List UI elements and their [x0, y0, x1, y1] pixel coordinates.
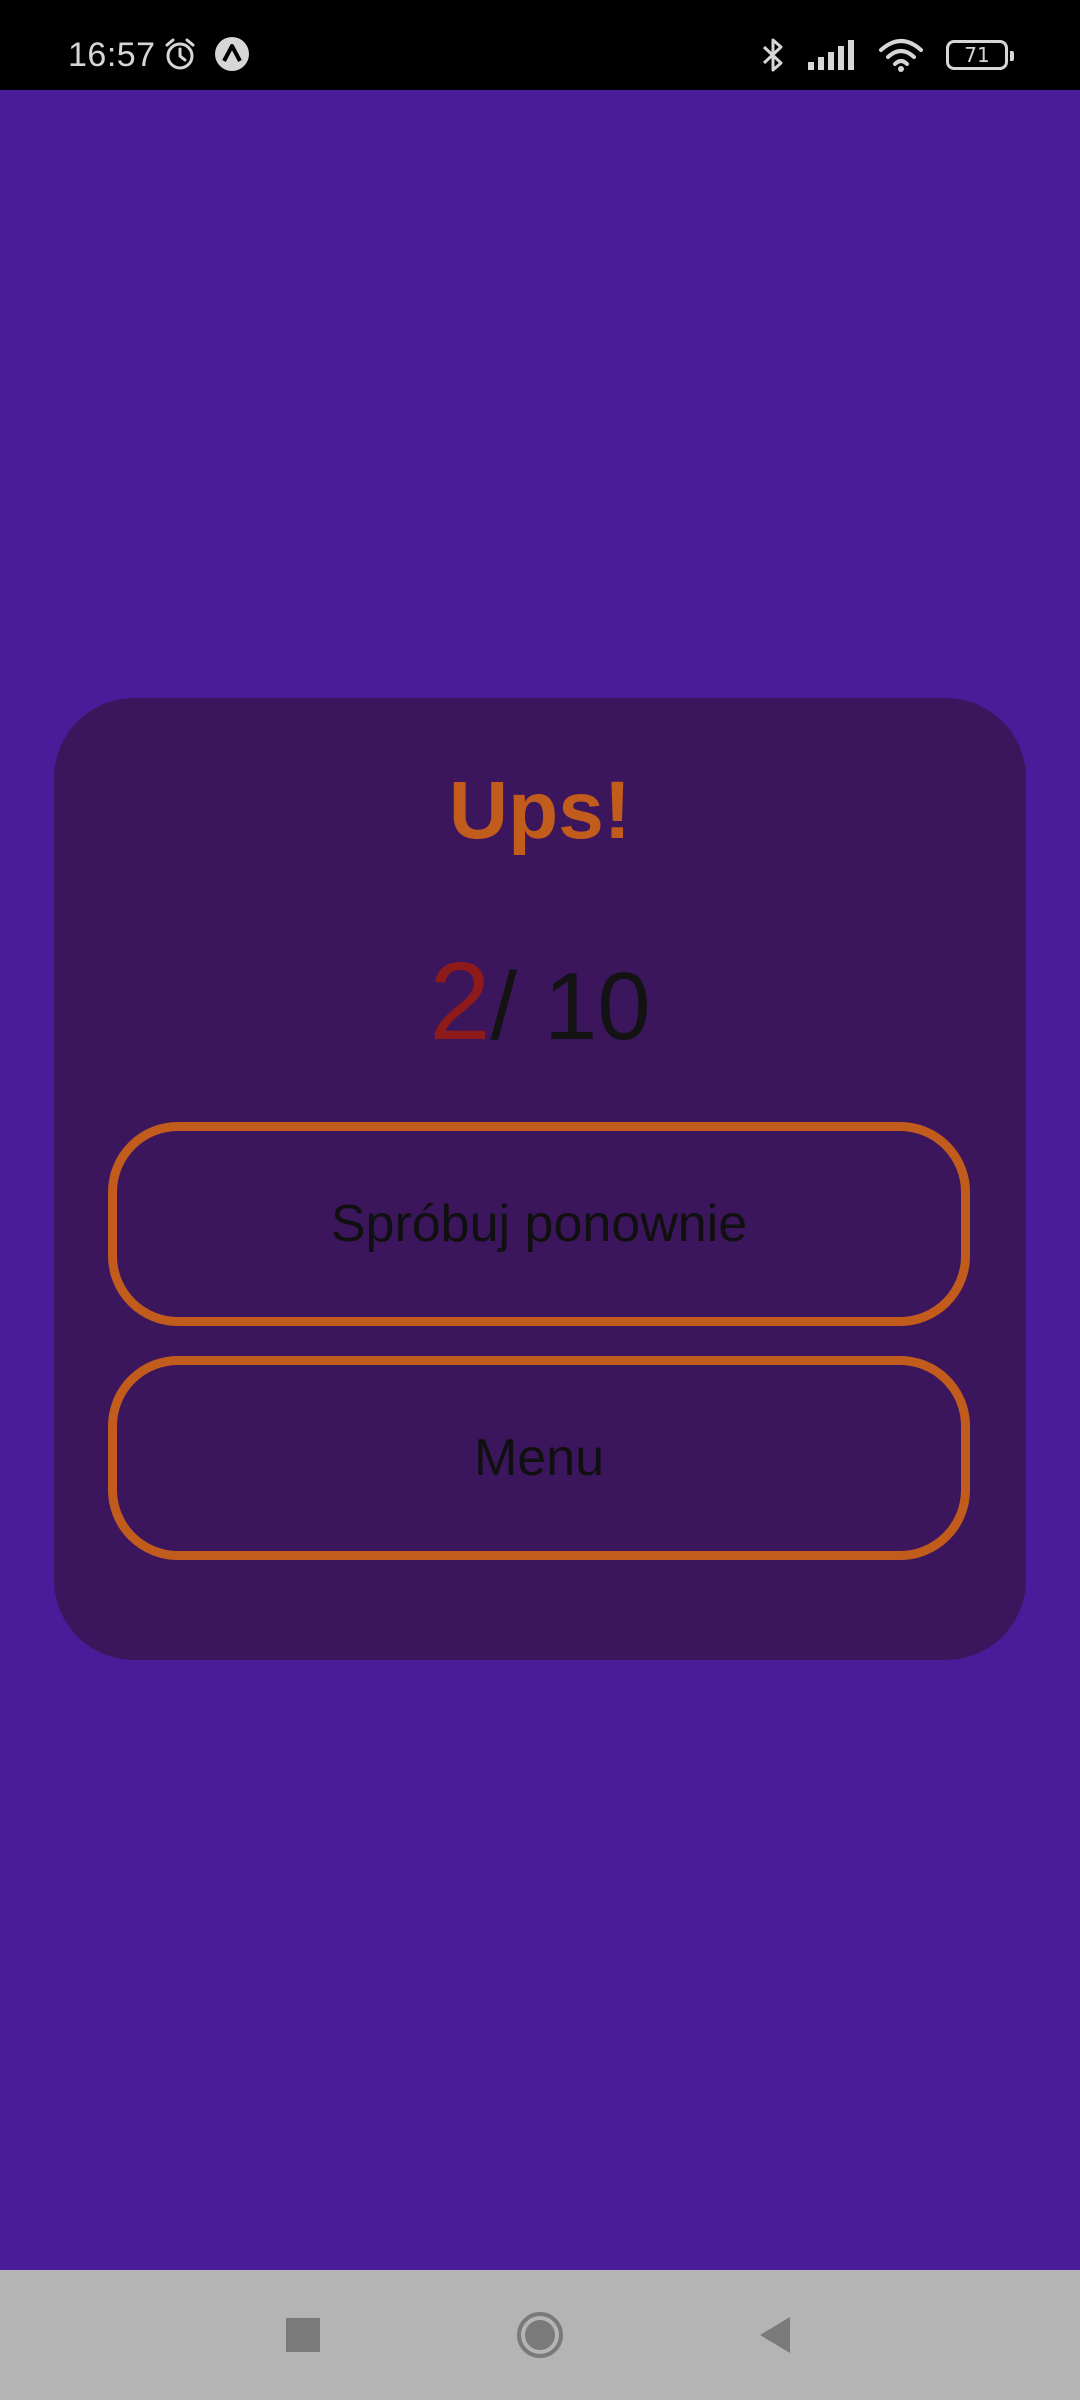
signal-icon	[808, 40, 854, 70]
battery-level: 71	[964, 43, 990, 67]
menu-button[interactable]: Menu	[108, 1356, 970, 1560]
score-display: 2/ 10	[54, 938, 1026, 1065]
alarm-icon	[165, 38, 195, 70]
back-icon[interactable]	[750, 2310, 800, 2360]
home-icon[interactable]	[515, 2310, 565, 2360]
status-right-icons: 71	[760, 36, 1014, 74]
app-notification-icon	[215, 37, 249, 71]
status-bar: 16:57 71	[0, 0, 1080, 90]
battery-icon: 71	[946, 40, 1014, 70]
score-total: / 10	[490, 953, 651, 1060]
result-title: Ups!	[448, 765, 632, 856]
score-current: 2	[429, 940, 491, 1063]
recent-apps-icon[interactable]	[278, 2310, 328, 2360]
retry-button[interactable]: Spróbuj ponownie	[108, 1122, 970, 1326]
result-card: Ups! 2/ 10 Spróbuj ponownie Menu	[54, 698, 1026, 1660]
navigation-bar	[0, 2270, 1080, 2400]
wifi-icon	[879, 39, 923, 72]
bluetooth-icon	[762, 38, 783, 72]
status-time: 16:57	[68, 36, 156, 74]
